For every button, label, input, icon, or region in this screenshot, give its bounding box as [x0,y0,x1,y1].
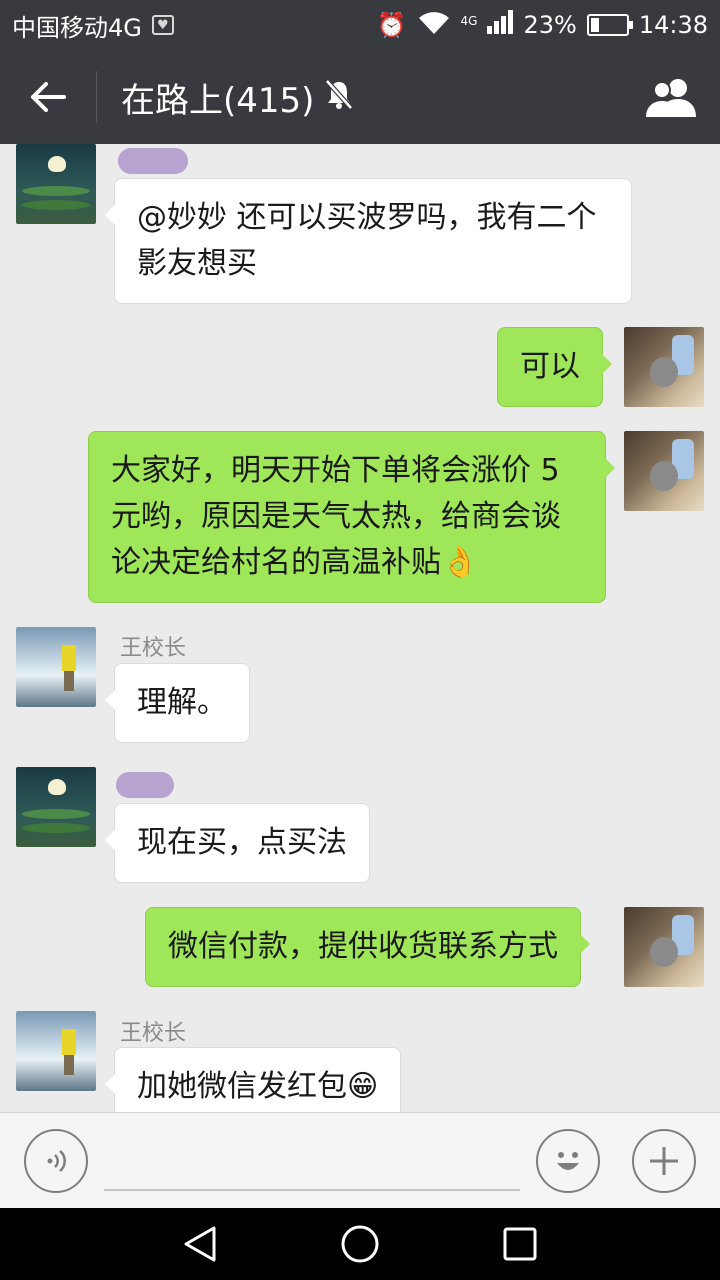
avatar[interactable] [16,1011,96,1091]
health-app-icon: ♥ [151,15,174,35]
alarm-icon: ⏰ [376,11,407,39]
message-input[interactable] [104,1133,520,1191]
message-bubble-incoming[interactable]: @妙妙 还可以买波罗吗，我有二个影友想买 [105,178,632,304]
avatar[interactable] [624,907,704,987]
avatar[interactable] [16,627,96,707]
voice-button[interactable] [24,1129,88,1193]
sender-name: 王校长 [120,636,187,661]
status-bar: 中国移动4G ♥ ⏰ 4G 23% 14:38 [0,0,720,50]
plus-icon [650,1147,678,1175]
sender-name-redacted [118,148,188,174]
group-members-button[interactable] [624,50,720,144]
bell-off-icon [324,78,354,117]
message-bubble-incoming[interactable]: 理解。 [105,663,250,743]
carrier-label: 中国移动4G [12,13,142,42]
message-text: 大家好，明天开始下单将会涨价 5 元哟，原因是天气太热，给商会谈论决定给村名的高… [111,453,561,580]
message-bubble-outgoing[interactable]: 大家好，明天开始下单将会涨价 5 元哟，原因是天气太热，给商会谈论决定给村名的高… [88,431,615,603]
network-type-label: 4G [460,14,478,28]
header-divider [96,71,97,123]
message-list[interactable]: @妙妙 还可以买波罗吗，我有二个影友想买 可以 大家好，明天开始下单将会涨价 5… [0,144,720,1112]
avatar[interactable] [16,144,96,224]
clock: 14:38 [638,11,708,39]
message-text: @妙妙 还可以买波罗吗，我有二个影友想买 [137,200,597,281]
system-nav-bar [0,1208,720,1280]
message-bubble-outgoing[interactable]: 微信付款，提供收货联系方式 [145,907,590,987]
nav-recents-button[interactable] [500,1224,540,1264]
battery-icon [586,14,633,36]
sender-name: 王校长 [120,1021,187,1046]
chat-header: 在路上(415) [0,50,720,144]
message-text: 微信付款，提供收货联系方式 [168,929,558,964]
grin-emoji: 😁 [347,1069,379,1104]
nav-back-button[interactable] [180,1224,220,1264]
avatar[interactable] [624,431,704,511]
group-icon [646,79,696,117]
square-recents-icon [503,1227,537,1261]
message-bubble-incoming[interactable]: 加她微信发红包😁 [104,1047,402,1112]
message-text: 理解。 [137,685,227,720]
circle-home-icon [341,1225,379,1263]
message-text: 可以 [520,349,580,384]
signal-icon [487,10,514,40]
battery-fill [590,18,599,32]
ok-hand-emoji: 👌 [441,545,479,580]
back-button[interactable] [0,50,96,144]
emoji-button[interactable] [536,1129,600,1193]
avatar[interactable] [624,327,704,407]
emoji-face-icon [557,1152,579,1170]
chat-title: 在路上(415) [121,80,315,121]
triangle-back-icon [184,1226,216,1262]
sender-name-redacted [116,772,174,798]
message-text: 现在买，点买法 [137,825,347,860]
nav-home-button[interactable] [340,1224,380,1264]
message-text: 加她微信发红包 [137,1069,347,1104]
voice-icon [47,1150,66,1172]
message-bubble-incoming[interactable]: 现在买，点买法 [105,803,370,883]
message-bubble-outgoing[interactable]: 可以 [497,327,612,407]
more-button[interactable] [632,1129,696,1193]
wifi-icon [417,10,451,40]
battery-percent: 23% [523,11,577,39]
arrow-left-icon [31,82,66,112]
avatar[interactable] [16,767,96,847]
input-bar [0,1112,720,1208]
